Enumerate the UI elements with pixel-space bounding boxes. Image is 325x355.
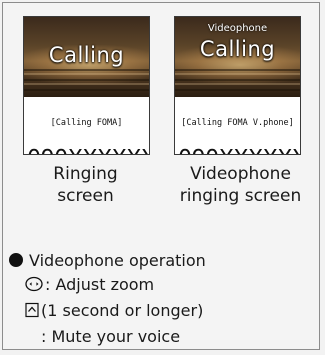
videophone-ringing-screen-preview: Videophone Calling [Calling FOMA V.phone… (174, 16, 301, 155)
caller-label: [Calling FOMA V.phone] (181, 118, 294, 128)
calling-text: Calling (199, 37, 276, 61)
phone-number: 090XXXXXXXX (178, 146, 300, 154)
zoom-text: : Adjust zoom (45, 275, 155, 294)
operations-heading: Videophone operation (29, 251, 206, 270)
operations-section: Videophone operation : Adjust zoom (1 se… (9, 249, 206, 349)
screen-background: Calling (24, 17, 149, 97)
mute-text-row: : Mute your voice (9, 325, 206, 349)
mute-duration-text: (1 second or longer) (41, 301, 204, 320)
help-card: Calling [Calling FOMA] 090XXXXXXXX Ringi… (2, 2, 320, 350)
videophone-label: Videophone (207, 23, 268, 34)
ringing-screen-caption: Ringing screen (23, 163, 148, 207)
bullet-icon (9, 253, 23, 267)
screen-background: Videophone Calling (175, 17, 300, 97)
videophone-ringing-screen-caption: Videophone ringing screen (168, 163, 313, 207)
mute-row: (1 second or longer) (9, 299, 206, 325)
caller-label: [Calling FOMA] (50, 118, 123, 128)
caption-line: Videophone (190, 164, 291, 184)
ringing-screen-preview: Calling [Calling FOMA] 090XXXXXXXX (23, 16, 150, 155)
zoom-row: : Adjust zoom (9, 273, 206, 299)
mute-text: : Mute your voice (41, 327, 181, 346)
caption-line: ringing screen (179, 186, 302, 206)
nav-key-icon (25, 275, 43, 299)
caption-line: Ringing (53, 164, 118, 184)
clear-key-icon (25, 301, 39, 325)
phone-number: 090XXXXXXXX (27, 146, 149, 154)
calling-text: Calling (48, 43, 125, 67)
operations-heading-row: Videophone operation (9, 249, 206, 273)
caption-line: screen (57, 186, 114, 206)
